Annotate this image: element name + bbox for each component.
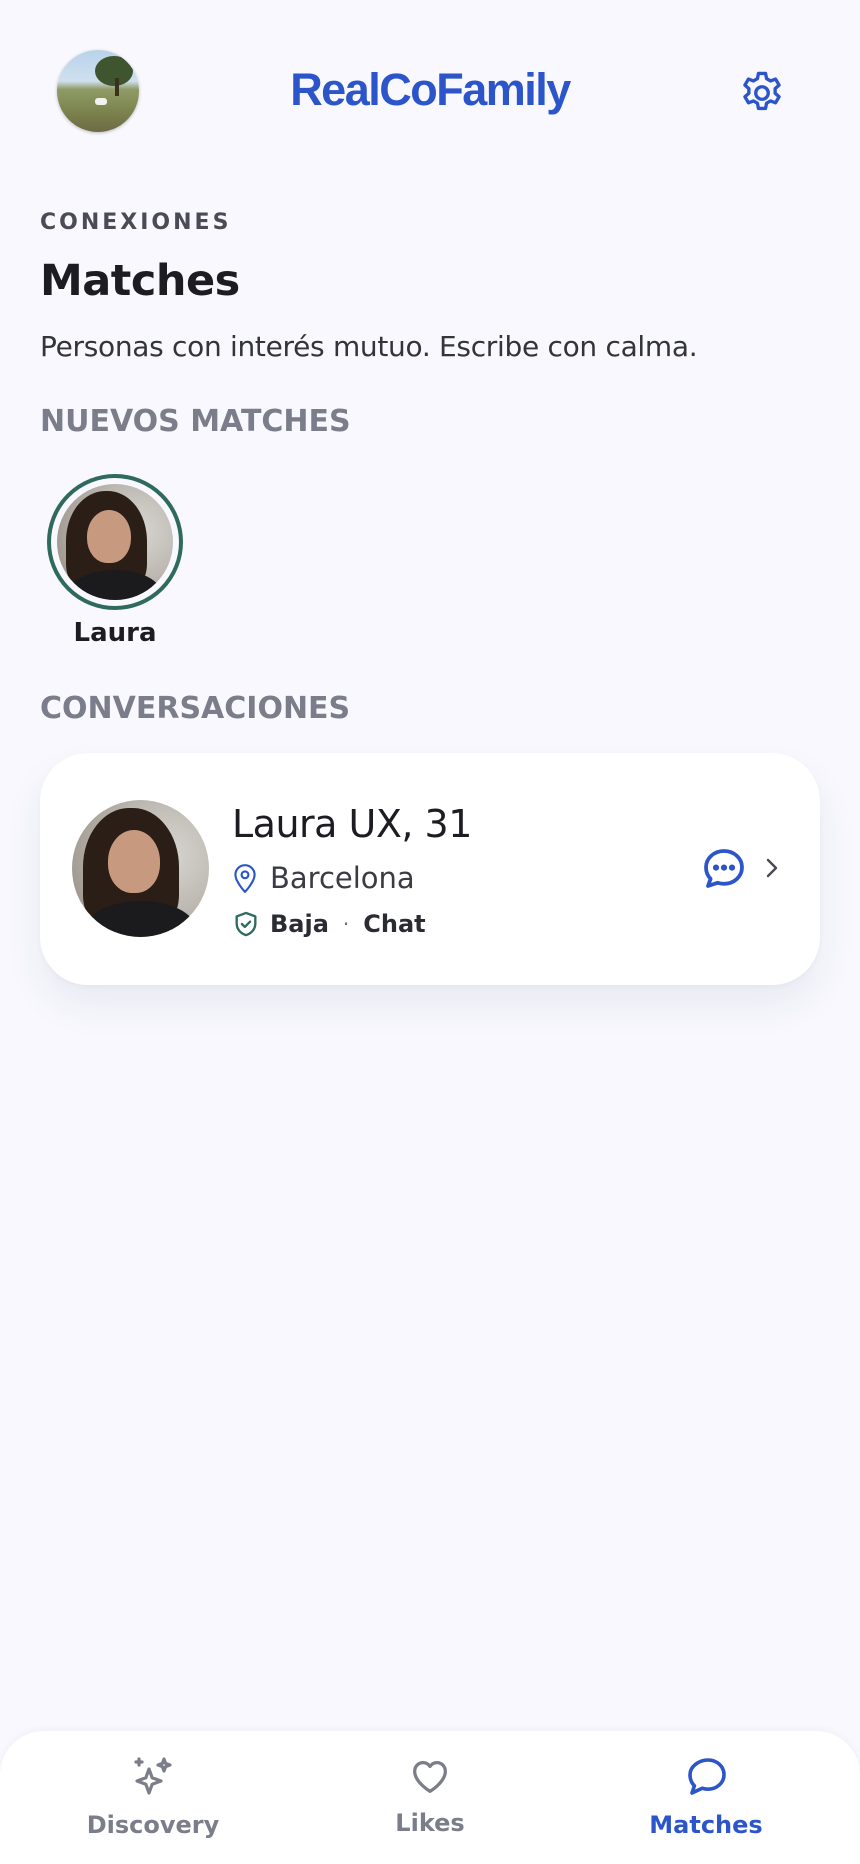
open-chat-button[interactable]	[700, 845, 748, 893]
section-eyebrow: CONEXIONES	[40, 210, 232, 235]
app-header: RealCoFamily	[0, 0, 860, 180]
conversation-location: Barcelona	[232, 861, 415, 895]
new-match-item[interactable]: Laura	[47, 474, 183, 648]
nav-label-matches: Matches	[649, 1811, 763, 1839]
location-text: Barcelona	[270, 861, 415, 895]
new-match-avatar-ring	[47, 474, 183, 610]
meta-secondary: Chat	[363, 910, 426, 938]
chat-dots-icon	[704, 849, 744, 888]
app-title: RealCoFamily	[290, 64, 571, 115]
conversation-card[interactable]: Laura UX, 31 Barcelona Baja · Chat	[40, 753, 820, 985]
new-match-name: Laura	[73, 618, 157, 648]
conversation-name: Laura UX, 31	[232, 802, 472, 846]
heart-icon	[413, 1760, 447, 1793]
new-matches-heading: NUEVOS MATCHES	[40, 404, 351, 439]
nav-label-discovery: Discovery	[86, 1811, 220, 1839]
conversation-photo	[72, 800, 209, 937]
location-pin-icon	[234, 864, 256, 893]
nav-label-likes: Likes	[395, 1809, 465, 1837]
page-title: Matches	[40, 256, 240, 306]
page-subtitle: Personas con interés mutuo. Escribe con …	[40, 330, 698, 363]
conversations-heading: CONVERSACIONES	[40, 691, 351, 726]
conversation-avatar	[72, 800, 209, 937]
meta-primary: Baja	[270, 910, 329, 938]
new-match-photo	[57, 484, 173, 600]
nav-item-discovery[interactable]: Discovery	[53, 1753, 253, 1839]
conversation-meta: Baja · Chat	[232, 910, 426, 938]
chevron-right-icon	[766, 858, 778, 878]
card-chevron-button[interactable]	[760, 853, 784, 883]
meta-separator: ·	[342, 912, 350, 936]
shield-check-icon	[235, 911, 257, 937]
settings-button[interactable]	[737, 68, 787, 118]
nav-item-matches[interactable]: Matches	[606, 1753, 806, 1839]
bottom-nav: Discovery Likes Matches	[0, 1731, 860, 1864]
chat-bubble-icon	[688, 1758, 726, 1795]
nav-item-likes[interactable]: Likes	[330, 1753, 530, 1837]
gear-icon	[743, 71, 781, 111]
sparkles-icon	[134, 1757, 172, 1795]
